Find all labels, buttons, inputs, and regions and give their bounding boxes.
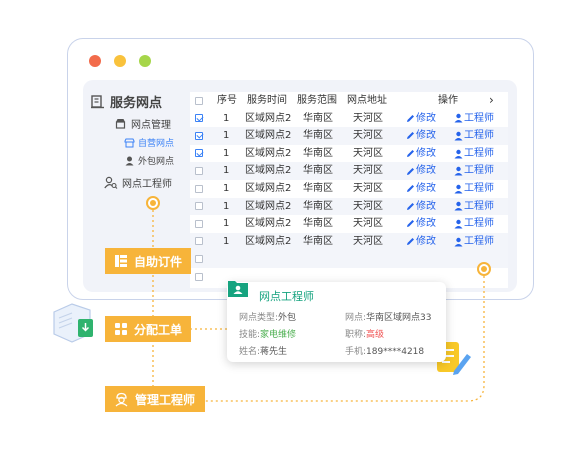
manage-engineer-tag[interactable]: 管理工程师 — [105, 386, 205, 412]
engineer-card: 网点工程师 网点类型:外包 网点:华南区域网点33 技能:家电维修 职称:高级 … — [227, 281, 446, 362]
card-phone-value: 189****4218 — [366, 347, 425, 357]
card-phone-field: 手机:189****4218 — [345, 344, 424, 357]
card-skill-field: 技能:家电维修 — [239, 327, 296, 340]
card-title: 网点工程师 — [259, 290, 314, 303]
folder-illustration-icon — [53, 303, 93, 343]
dispatch-label: 分配工单 — [134, 322, 183, 337]
card-outlet-label: 网点: — [345, 313, 367, 323]
grid-icon — [115, 323, 127, 335]
card-skill-label: 技能: — [239, 330, 261, 340]
card-name-value: 蒋先生 — [260, 347, 288, 357]
connector-node — [477, 262, 491, 276]
card-folder-icon — [227, 277, 249, 299]
card-name-field: 姓名:蒋先生 — [239, 344, 287, 357]
engineer-icon — [115, 392, 128, 406]
card-rank-label: 职称: — [345, 330, 367, 340]
manage-engineer-label: 管理工程师 — [135, 392, 196, 407]
dispatch-tag[interactable]: 分配工单 — [105, 316, 191, 342]
document-list-icon — [115, 255, 127, 267]
card-outlet-value: 华南区域网点33 — [366, 313, 432, 323]
self-order-label: 自助订件 — [134, 254, 183, 269]
card-name-label: 姓名: — [239, 347, 261, 357]
card-type-value: 外包 — [278, 313, 297, 323]
card-rank-value: 高级 — [366, 330, 385, 340]
card-rank-field: 职称:高级 — [345, 327, 384, 340]
connector-lines — [152, 210, 485, 402]
self-order-tag[interactable]: 自助订件 — [105, 248, 191, 274]
card-type-label: 网点类型: — [239, 313, 279, 323]
card-type-field: 网点类型:外包 — [239, 310, 296, 323]
connector-node — [146, 196, 160, 210]
card-phone-label: 手机: — [345, 347, 367, 357]
card-skill-value: 家电维修 — [260, 330, 297, 340]
card-outlet-field: 网点:华南区域网点33 — [345, 310, 432, 323]
